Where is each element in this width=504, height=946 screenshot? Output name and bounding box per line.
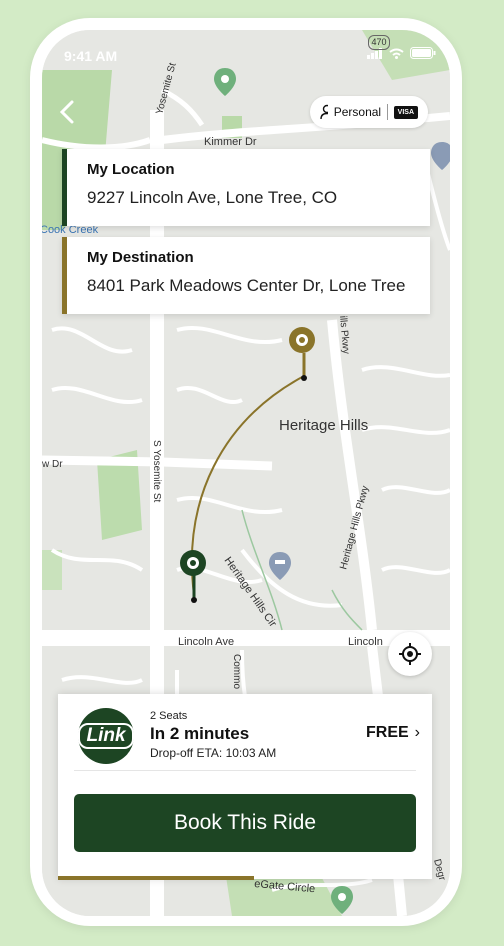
visa-icon: VISA	[393, 105, 418, 119]
payment-profile-label: Personal	[333, 105, 382, 119]
ride-price-label: FREE	[366, 724, 409, 741]
location-accent-bar	[62, 149, 67, 226]
map-label-yosemite: S Yosemite St	[151, 440, 162, 502]
status-time: 9:41 AM	[64, 48, 118, 64]
my-destination-card[interactable]: My Destination 8401 Park Meadows Center …	[62, 237, 430, 314]
destination-accent-bar	[62, 237, 67, 314]
road-badge: 470	[368, 35, 390, 50]
back-button[interactable]	[56, 100, 80, 124]
recenter-button[interactable]	[388, 632, 432, 676]
sheet-progress-bar	[58, 876, 254, 880]
map-label-kimmer: Kimmer Dr	[204, 136, 257, 148]
back-icon	[59, 100, 74, 124]
pill-divider	[387, 104, 388, 120]
map-label-w-dr: w Dr	[42, 459, 63, 470]
ride-seats: 2 Seats	[150, 710, 188, 722]
person-icon	[320, 104, 328, 120]
my-location-title: My Location	[87, 161, 175, 178]
my-destination-title: My Destination	[87, 249, 194, 266]
my-location-value: 9227 Lincoln Ave, Lone Tree, CO	[87, 188, 338, 207]
road-badge-label: 470	[371, 37, 387, 47]
ride-option-row[interactable]: Link 2 Seats In 2 minutes Drop-off ETA: …	[58, 694, 432, 770]
chevron-right-icon: ›	[414, 724, 420, 741]
map-label-heritage-hills: Heritage Hills	[279, 417, 368, 434]
book-ride-button[interactable]: Book This Ride	[74, 794, 416, 852]
my-location-card[interactable]: My Location 9227 Lincoln Ave, Lone Tree,…	[62, 149, 430, 226]
link-logo-text: Link	[78, 723, 134, 749]
sheet-divider	[74, 770, 416, 771]
battery-icon	[410, 46, 436, 64]
wifi-icon	[389, 46, 404, 64]
ride-option-sheet: Link 2 Seats In 2 minutes Drop-off ETA: …	[58, 694, 432, 879]
app-screen: Kimmer Dr Cook Creek Yosemite St S Yosem…	[42, 30, 450, 916]
map-label-lincoln: Lincoln	[348, 636, 383, 648]
ride-pickup-time: In 2 minutes	[150, 724, 250, 743]
map-label-lincoln-ave: Lincoln Ave	[178, 636, 234, 648]
ride-dropoff-eta: Drop-off ETA: 10:03 AM	[150, 746, 277, 760]
map-label-commo: Commo	[231, 654, 242, 689]
locate-icon	[399, 643, 421, 665]
ride-price[interactable]: FREE ›	[366, 724, 420, 742]
my-destination-value: 8401 Park Meadows Center Dr, Lone Tree	[87, 276, 406, 295]
link-logo: Link	[78, 708, 134, 764]
ride-info: 2 Seats In 2 minutes Drop-off ETA: 10:03…	[150, 710, 276, 760]
payment-profile-pill[interactable]: Personal VISA	[310, 96, 428, 128]
